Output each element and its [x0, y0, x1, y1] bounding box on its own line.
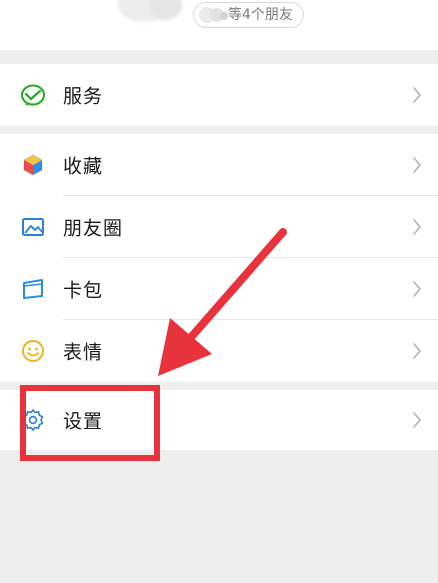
menu-item-label: 朋友圈: [63, 217, 124, 240]
chevron-right-icon: [413, 281, 421, 297]
menu-item-label: 收藏: [63, 155, 104, 178]
menu-item-settings[interactable]: 设置: [0, 390, 438, 450]
friend-avatars-icon: [199, 7, 228, 23]
section-service: 服务: [0, 64, 438, 126]
menu-item-label: 服务: [63, 85, 104, 108]
wechat-pay-icon: [21, 84, 45, 106]
menu-item-label: 设置: [63, 410, 104, 433]
chevron-right-icon: [413, 219, 421, 235]
menu-item-moments[interactable]: 朋友圈: [0, 196, 438, 258]
friends-status-pill[interactable]: 等4个朋友: [193, 2, 304, 28]
chevron-right-icon: [413, 412, 421, 428]
chevron-right-icon: [413, 157, 421, 173]
gear-icon: [22, 409, 44, 431]
cube-icon: [23, 154, 43, 176]
menu-item-cards[interactable]: 卡包: [0, 258, 438, 320]
chevron-right-icon: [413, 87, 421, 103]
smiley-icon: [22, 340, 44, 362]
friends-status-text: 等4个朋友: [228, 7, 293, 23]
picture-icon: [22, 218, 44, 236]
menu-item-service[interactable]: 服务: [0, 64, 438, 126]
section-settings: 设置: [0, 390, 438, 450]
menu-item-stickers[interactable]: 表情: [0, 320, 438, 382]
menu-item-label: 表情: [63, 341, 104, 364]
wallet-icon: [23, 279, 43, 299]
section-features: 收藏 朋友圈 卡包 表情: [0, 134, 438, 382]
menu-item-favorites[interactable]: 收藏: [0, 134, 438, 196]
profile-header: 等4个朋友: [0, 0, 438, 50]
chevron-right-icon: [413, 343, 421, 359]
menu-item-label: 卡包: [63, 279, 104, 302]
